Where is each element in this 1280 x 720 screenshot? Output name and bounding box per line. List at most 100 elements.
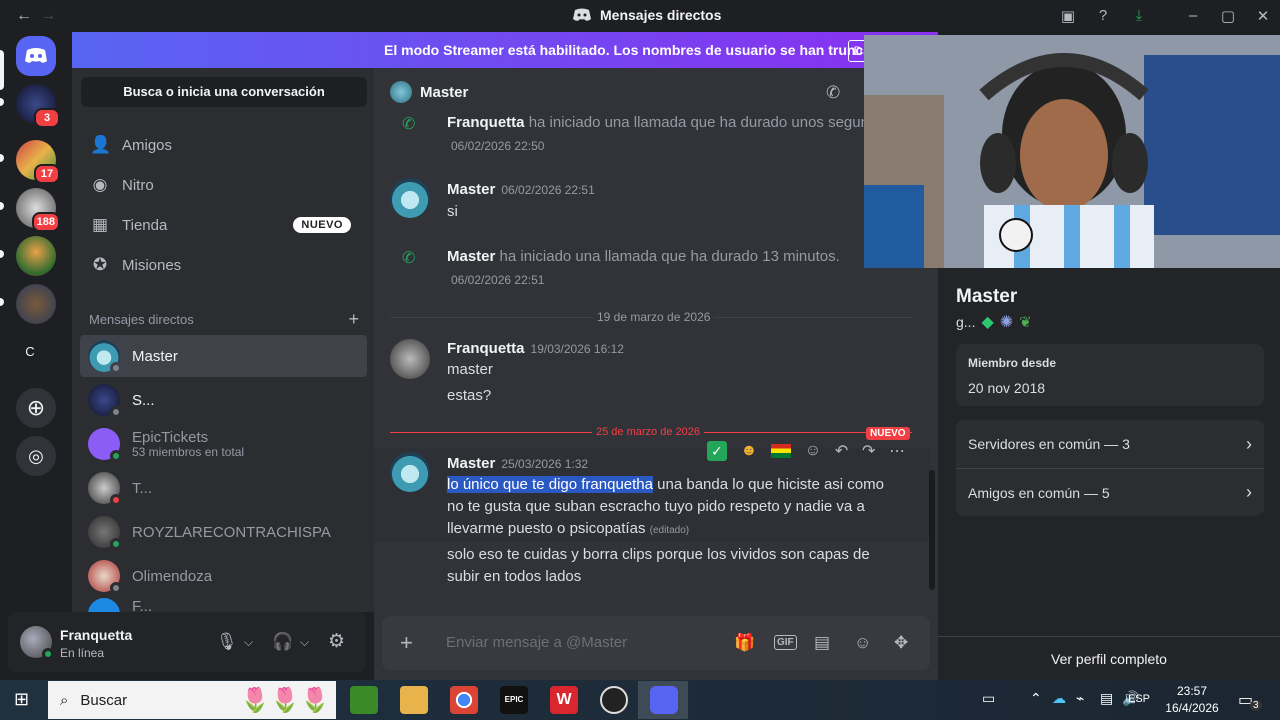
author-name[interactable]: Master — [447, 181, 495, 198]
dm-item-6[interactable]: Olimendoza — [80, 555, 367, 597]
member-since-date: 20 nov 2018 — [968, 380, 1046, 396]
reply-icon[interactable]: ↶ — [835, 441, 848, 461]
dm-item-2[interactable]: S... — [80, 379, 367, 421]
dm-section-title: Mensajes directos — [89, 312, 194, 327]
input-language[interactable]: ESP — [1128, 693, 1150, 705]
usb-icon[interactable]: ⌁ — [1076, 690, 1084, 707]
download-icon[interactable]: ⤓ — [1130, 7, 1148, 25]
message-avatar[interactable] — [390, 339, 430, 379]
mutual-servers-row[interactable]: Servidores en común — 3 › — [956, 420, 1264, 468]
selected-pill — [0, 50, 4, 90]
author-name[interactable]: Franquetta — [447, 340, 525, 357]
show-hidden-icons-chevron[interactable]: ⌃ — [1030, 690, 1042, 707]
author-name[interactable]: Master — [447, 455, 495, 472]
message-text: estas? — [447, 387, 492, 404]
laughing-emoji-icon[interactable]: ☻ — [741, 442, 758, 460]
hardware-icon[interactable]: ▭ — [982, 690, 995, 707]
more-options-icon[interactable]: ⋯ — [889, 441, 905, 461]
discover-button[interactable]: ◎ — [16, 436, 56, 476]
add-reaction-icon[interactable]: ☺ — [805, 442, 821, 460]
microphone-icon[interactable]: 🎙 — [216, 632, 238, 652]
help-icon[interactable]: ? — [1094, 7, 1112, 25]
nav-friends[interactable]: 👤 Amigos — [80, 125, 367, 165]
quests-icon: ✪ — [92, 255, 108, 274]
obs-app-icon[interactable] — [600, 686, 628, 714]
chevron-down-icon[interactable]: ⌵ — [300, 635, 309, 650]
gift-icon[interactable]: 🎁 — [734, 633, 755, 653]
edited-label: (editado) — [649, 525, 690, 536]
create-dm-icon[interactable]: + — [348, 309, 359, 330]
forward-icon[interactable]: ↷ — [862, 441, 875, 461]
server-icon-4[interactable] — [16, 236, 56, 276]
message-avatar[interactable] — [390, 178, 430, 218]
emoji-icon[interactable]: ☺ — [854, 633, 871, 653]
add-server-button[interactable]: ⊕ — [16, 388, 56, 428]
server-folder[interactable]: C — [16, 332, 44, 372]
minimize-icon[interactable]: – — [1184, 7, 1202, 25]
dm-item-4[interactable]: T... — [80, 467, 367, 509]
message-text: lo único que te digo franquetha una band… — [447, 474, 884, 496]
gif-icon[interactable]: GIF — [774, 635, 797, 650]
leaf-badge-icon[interactable]: ❦ — [1019, 313, 1032, 331]
clock-time: 23:57 — [1176, 684, 1208, 698]
chevron-right-icon: › — [1246, 433, 1252, 454]
caller-name[interactable]: Franquetta — [447, 114, 525, 131]
chat-scrollbar[interactable] — [929, 470, 935, 590]
new-messages-date-label: 25 de marzo de 2026 — [592, 426, 704, 438]
green-diamond-badge-icon[interactable]: ◆ — [981, 312, 993, 332]
taskbar-search[interactable]: ⌕ Buscar 🌷🌷🌷 — [48, 681, 336, 719]
file-explorer-icon[interactable] — [400, 686, 428, 714]
message-timestamp: 25/03/2026 1:32 — [501, 457, 589, 471]
recipient-name[interactable]: Master — [420, 84, 468, 101]
apps-icon[interactable]: ✥ — [894, 633, 908, 653]
chrome-app-icon[interactable] — [450, 686, 478, 714]
network-icon[interactable]: ▤ — [1100, 690, 1113, 707]
windows-start-icon[interactable]: ⊞ — [14, 689, 29, 710]
headphones-icon[interactable]: 🎧 — [272, 632, 293, 652]
wps-office-icon[interactable]: W — [550, 686, 578, 714]
nav-nitro[interactable]: ◉ Nitro — [80, 165, 367, 205]
settings-gear-icon[interactable]: ⚙ — [328, 630, 345, 653]
server-icon-3[interactable]: 188 — [16, 188, 60, 232]
maximize-icon[interactable]: ▢ — [1219, 7, 1237, 25]
sticker-icon[interactable]: ▤ — [814, 633, 830, 653]
dm-name: Master — [132, 347, 178, 365]
message-actions-toolbar: ✓ ☻ ☺ ↶ ↷ ⋯ — [700, 436, 912, 466]
minecraft-app-icon[interactable] — [350, 686, 378, 714]
dm-item-epictickets[interactable]: EpicTickets 53 miembros en total — [80, 423, 367, 465]
system-clock[interactable]: 23:57 16/4/2026 — [1156, 683, 1228, 717]
server-icon-1[interactable]: 3 — [16, 84, 60, 128]
view-full-profile-button[interactable]: Ver perfil completo — [938, 636, 1280, 680]
server-icon-5[interactable] — [16, 284, 56, 324]
banner-text: El modo Streamer está habilitado. Los no… — [384, 42, 892, 58]
back-arrow-icon[interactable]: ← — [16, 7, 32, 25]
user-name[interactable]: Franquetta — [60, 627, 132, 643]
mutual-friends-row[interactable]: Amigos en común — 5 › — [956, 468, 1264, 516]
check-mark-reaction-icon[interactable]: ✓ — [706, 441, 727, 461]
home-button[interactable] — [16, 36, 56, 76]
nav-label: Tienda — [122, 216, 168, 234]
close-icon[interactable]: ✕ — [1254, 7, 1272, 25]
nav-quests[interactable]: ✪ Misiones — [80, 245, 367, 285]
attach-plus-icon[interactable]: + — [400, 630, 413, 656]
discord-app-icon[interactable] — [650, 686, 678, 714]
caller-name[interactable]: Master — [447, 248, 495, 265]
forward-arrow-icon[interactable]: → — [40, 7, 56, 25]
dm-item-7[interactable]: F... — [80, 598, 367, 612]
message-avatar[interactable] — [390, 452, 430, 492]
bolivia-flag-icon[interactable] — [771, 444, 792, 458]
server-icon-2[interactable]: 17 — [16, 140, 60, 184]
chevron-down-icon[interactable]: ⌵ — [244, 635, 253, 650]
epic-games-icon[interactable]: EPIC — [500, 686, 528, 714]
dm-item-master[interactable]: Master — [80, 335, 367, 377]
profile-tag: g... ◆ ✺ ❦ — [956, 312, 1032, 332]
voice-call-icon[interactable]: ✆ — [826, 83, 840, 103]
nitro-badge-icon[interactable]: ✺ — [1000, 312, 1013, 332]
nav-shop[interactable]: ▦ Tienda NUEVO — [80, 205, 367, 245]
onedrive-icon[interactable]: ☁ — [1052, 690, 1066, 707]
message-timestamp: 06/02/2026 22:51 — [501, 183, 595, 197]
search-button[interactable]: Busca o inicia una conversación — [81, 77, 367, 107]
dm-item-5[interactable]: ROYZLARECONTRACHISPA — [80, 511, 367, 553]
inbox-icon[interactable]: ▣ — [1059, 7, 1077, 25]
message-input[interactable]: Enviar mensaje a @Master — [446, 634, 627, 651]
